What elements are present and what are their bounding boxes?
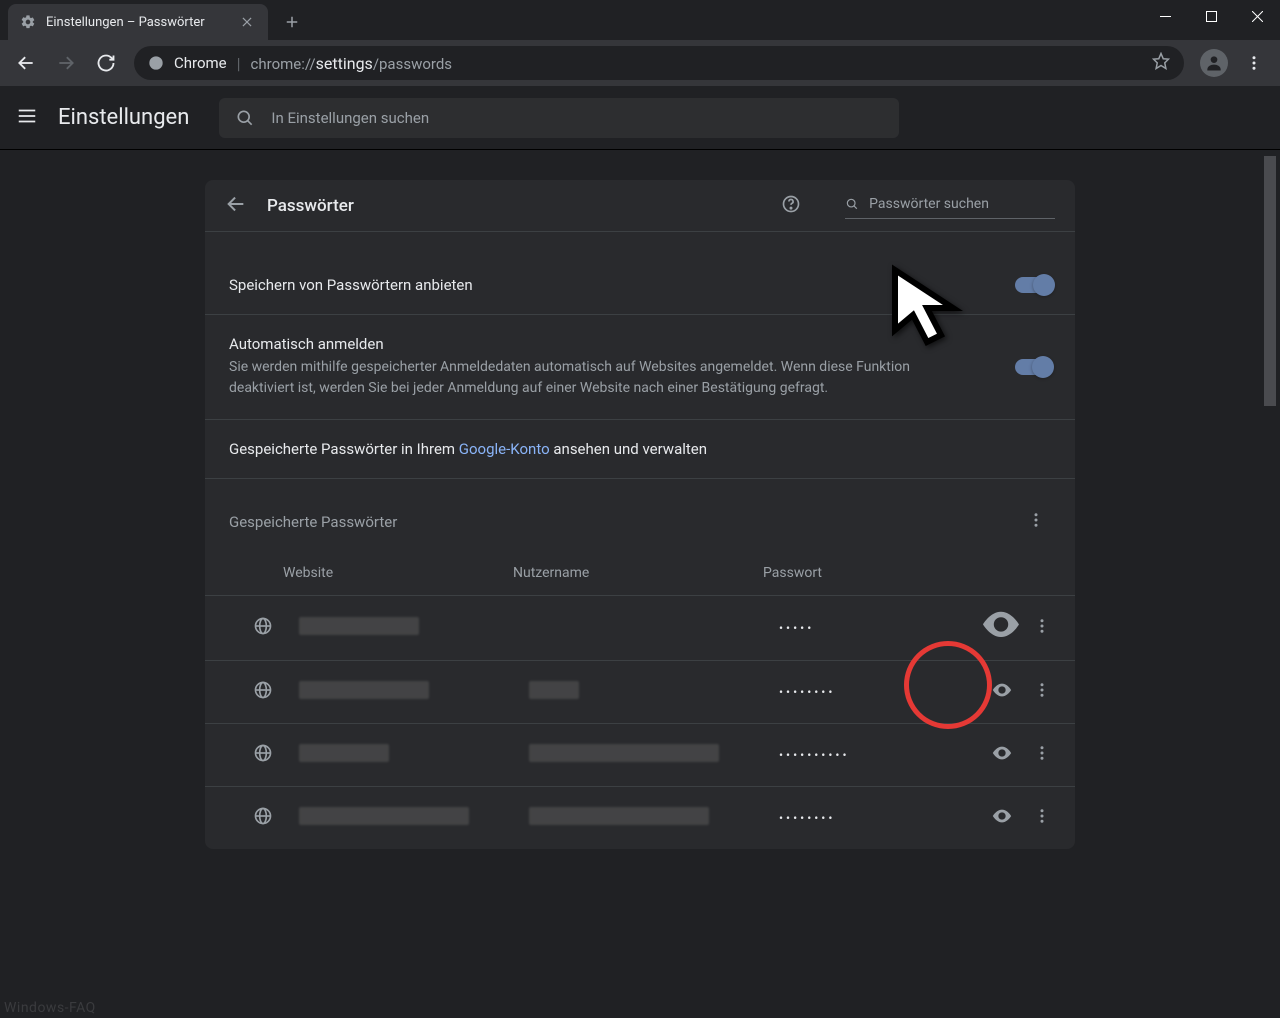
- offer-save-row: Speichern von Passwörtern anbieten: [205, 231, 1075, 314]
- new-tab-button[interactable]: [278, 8, 306, 36]
- website-cell: [299, 807, 529, 829]
- row-more-icon[interactable]: [1033, 744, 1051, 766]
- address-bar[interactable]: Chrome | chrome://settings/passwords: [134, 46, 1184, 80]
- auto-signin-row: Automatisch anmelden Sie werden mithilfe…: [205, 314, 1075, 419]
- username-cell: [529, 744, 779, 766]
- show-password-icon[interactable]: [991, 805, 1013, 831]
- url-text: chrome://settings/passwords: [251, 54, 453, 73]
- url-separator: |: [237, 54, 241, 73]
- menu-icon[interactable]: [16, 105, 38, 131]
- url-product: Chrome: [174, 54, 227, 72]
- password-cell: ••••••••: [779, 811, 991, 825]
- site-info-icon[interactable]: Chrome: [148, 54, 227, 72]
- password-cell: ••••••••••: [779, 748, 991, 762]
- scrollbar[interactable]: [1262, 150, 1278, 1018]
- profile-avatar-button[interactable]: [1200, 49, 1228, 77]
- website-cell: [299, 744, 529, 766]
- google-account-info: Gespeicherte Passwörter in Ihrem Google-…: [205, 419, 1075, 478]
- section-header: Passwörter: [205, 180, 1075, 231]
- password-row[interactable]: ••••••••: [205, 786, 1075, 849]
- globe-icon: [253, 680, 273, 704]
- back-arrow-icon[interactable]: [225, 193, 247, 219]
- browser-tab[interactable]: Einstellungen – Passwörter: [8, 4, 268, 40]
- tab-title: Einstellungen – Passwörter: [46, 15, 228, 30]
- settings-search-input[interactable]: [271, 109, 883, 127]
- settings-header: Einstellungen: [0, 86, 1280, 150]
- gear-icon: [20, 14, 36, 30]
- back-button[interactable]: [8, 45, 44, 81]
- help-icon[interactable]: [781, 194, 801, 218]
- row-more-icon[interactable]: [1033, 807, 1051, 829]
- scrollbar-thumb[interactable]: [1264, 156, 1276, 406]
- saved-passwords-more-icon[interactable]: [1021, 505, 1051, 539]
- saved-passwords-header: Gespeicherte Passwörter: [205, 478, 1075, 551]
- auto-signin-toggle[interactable]: [1015, 359, 1051, 375]
- auto-signin-description: Sie werden mithilfe gespeicherter Anmeld…: [229, 357, 949, 399]
- watermark: Windows-FAQ: [4, 1000, 96, 1016]
- password-search-input[interactable]: [869, 196, 1055, 212]
- row-more-icon[interactable]: [1033, 681, 1051, 703]
- password-row[interactable]: ••••••••: [205, 660, 1075, 723]
- website-cell: [299, 617, 529, 639]
- password-cell: •••••: [779, 621, 989, 635]
- offer-save-label: Speichern von Passwörtern anbieten: [229, 276, 1015, 294]
- passwords-card: Passwörter Speichern von Passwörtern anb…: [205, 180, 1075, 849]
- browser-menu-icon[interactable]: [1236, 45, 1272, 81]
- password-cell: ••••••••: [779, 685, 991, 699]
- column-username: Nutzername: [513, 565, 763, 581]
- forward-button[interactable]: [48, 45, 84, 81]
- close-tab-icon[interactable]: [238, 13, 256, 31]
- maximize-button[interactable]: [1188, 0, 1234, 32]
- search-icon: [845, 196, 859, 212]
- bookmark-star-icon[interactable]: [1152, 52, 1170, 74]
- auto-signin-label: Automatisch anmelden: [229, 335, 1015, 353]
- show-password-icon[interactable]: [979, 603, 1022, 653]
- username-cell: [529, 807, 779, 829]
- website-cell: [299, 681, 529, 703]
- page-title: Passwörter: [267, 196, 354, 216]
- show-password-icon[interactable]: [991, 679, 1013, 705]
- minimize-button[interactable]: [1142, 0, 1188, 32]
- reload-button[interactable]: [88, 45, 124, 81]
- browser-toolbar: Chrome | chrome://settings/passwords: [0, 40, 1280, 86]
- password-row[interactable]: ••••••••••: [205, 723, 1075, 786]
- column-website: Website: [283, 565, 513, 581]
- globe-icon: [253, 616, 273, 640]
- globe-icon: [253, 743, 273, 767]
- offer-save-toggle[interactable]: [1015, 277, 1051, 293]
- globe-icon: [253, 806, 273, 830]
- row-more-icon[interactable]: [1033, 617, 1051, 639]
- google-account-link[interactable]: Google-Konto: [459, 440, 550, 458]
- password-columns: Website Nutzername Passwort: [205, 551, 1075, 595]
- search-icon: [235, 108, 255, 128]
- settings-search[interactable]: [219, 98, 899, 138]
- window-titlebar: Einstellungen – Passwörter: [0, 0, 1280, 40]
- show-password-icon[interactable]: [991, 742, 1013, 768]
- password-row[interactable]: •••••: [205, 595, 1075, 660]
- username-cell: [529, 681, 779, 703]
- password-search[interactable]: [845, 192, 1055, 219]
- column-password: Passwort: [763, 565, 1051, 581]
- app-title: Einstellungen: [58, 105, 189, 130]
- window-controls: [1142, 0, 1280, 40]
- saved-passwords-title: Gespeicherte Passwörter: [229, 513, 1021, 531]
- close-window-button[interactable]: [1234, 0, 1280, 32]
- settings-viewport: Passwörter Speichern von Passwörtern anb…: [0, 150, 1280, 1018]
